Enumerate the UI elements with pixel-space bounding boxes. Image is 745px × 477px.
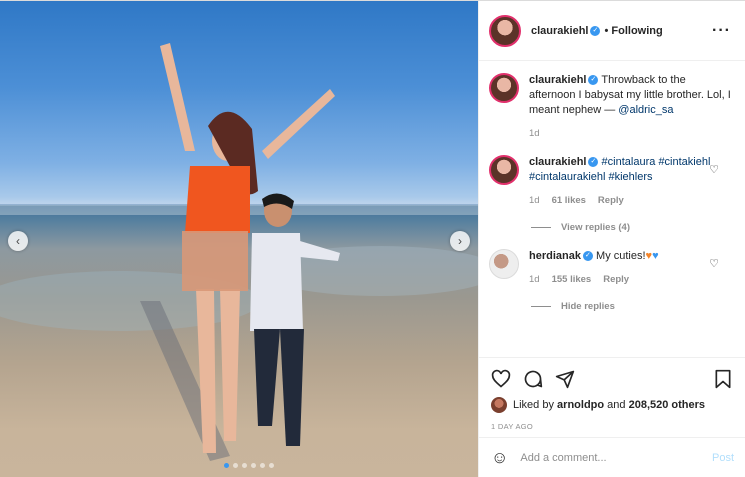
hashtag-link[interactable]: #cintalaurakiehl [529, 171, 605, 183]
carousel-dot [269, 463, 274, 468]
comments-list: claurakiehl ✓ Throwback to the afternoon … [479, 61, 745, 357]
photo-scene [0, 43, 478, 461]
bookmark-icon[interactable] [714, 369, 732, 389]
hashtag-link[interactable]: #cintakiehl [658, 156, 710, 168]
comment-like-heart-icon[interactable]: ♡ [709, 163, 719, 176]
reply-button[interactable]: Reply [598, 193, 624, 208]
chevron-left-icon: ‹ [16, 234, 20, 248]
reply-button[interactable]: Reply [603, 272, 629, 287]
blue-heart-icon: ♥ [652, 250, 659, 262]
comment-item: herdianak ✓ My cuties!♥♥ 1d 155 likes Rep… [489, 249, 731, 287]
liked-by-prefix: Liked by [513, 399, 554, 411]
action-icons-row [491, 368, 732, 390]
comment-body: herdianak ✓ My cuties!♥♥ 1d 155 likes Rep… [529, 249, 731, 287]
comment-meta: 1d 61 likes Reply [529, 193, 731, 208]
view-replies-label: View replies (4) [561, 222, 630, 233]
carousel-dot [251, 463, 256, 468]
caption-time[interactable]: 1d [529, 126, 540, 141]
carousel-dot [260, 463, 265, 468]
comment-time[interactable]: 1d [529, 272, 540, 287]
comment-like-heart-icon[interactable]: ♡ [709, 257, 719, 270]
mention-link[interactable]: @aldric_sa [618, 104, 673, 116]
comment-username[interactable]: herdianak [529, 250, 581, 262]
verified-icon: ✓ [588, 157, 599, 168]
carousel-prev-button[interactable]: ‹ [8, 231, 28, 251]
hide-replies-label: Hide replies [561, 301, 615, 312]
chevron-right-icon: › [458, 234, 462, 248]
following-label: Following [611, 24, 663, 37]
likes-others-link[interactable]: 208,520 others [629, 399, 705, 411]
post-actions: Liked by arnoldpo and 208,520 others 1 D… [479, 357, 745, 431]
instagram-post: ‹ › claurakiehl ✓ • Following ··· claura… [0, 0, 745, 477]
replies-divider [531, 227, 551, 228]
likes-summary: Liked by arnoldpo and 208,520 others [491, 397, 732, 413]
author-avatar[interactable] [489, 14, 521, 47]
comment-icon[interactable] [523, 369, 543, 389]
carousel-dot [242, 463, 247, 468]
comment-avatar[interactable] [489, 155, 519, 185]
post-side-panel: claurakiehl ✓ • Following ··· claurakieh… [478, 1, 745, 477]
caption-body: claurakiehl ✓ Throwback to the afternoon … [529, 73, 731, 141]
following-button[interactable]: • Following [604, 25, 662, 37]
liker-username[interactable]: arnoldpo [557, 399, 604, 411]
comment-meta: 1d 155 likes Reply [529, 272, 731, 287]
like-heart-icon[interactable] [491, 369, 511, 389]
comment-time[interactable]: 1d [529, 193, 540, 208]
caption-avatar[interactable] [489, 73, 519, 103]
carousel-dot [224, 463, 229, 468]
comment-avatar[interactable] [489, 249, 519, 279]
more-options-icon[interactable]: ··· [712, 22, 731, 40]
carousel-dot [233, 463, 238, 468]
replies-divider [531, 306, 551, 307]
hashtag-link[interactable]: #cintalaura [602, 156, 656, 168]
carousel-next-button[interactable]: › [450, 231, 470, 251]
caption-meta: 1d [529, 126, 731, 141]
comment-text: My cuties! [596, 250, 646, 262]
post-comment-button[interactable]: Post [712, 452, 734, 464]
verified-icon: ✓ [588, 75, 599, 86]
caption: claurakiehl ✓ Throwback to the afternoon … [489, 73, 731, 141]
share-icon[interactable] [555, 369, 575, 389]
post-header: claurakiehl ✓ • Following ··· [479, 1, 745, 61]
carousel-indicator [224, 463, 274, 468]
caption-username[interactable]: claurakiehl [529, 74, 586, 86]
comment-likes[interactable]: 155 likes [552, 272, 592, 287]
liker-avatar[interactable] [491, 397, 507, 413]
post-timestamp[interactable]: 1 DAY AGO [491, 422, 732, 431]
add-comment-bar: ☺ Post [479, 437, 745, 477]
comment-item: claurakiehl ✓ #cintalaura #cintakiehl #ci… [489, 155, 731, 208]
post-photo[interactable]: ‹ › [0, 1, 478, 477]
hide-replies-button[interactable]: Hide replies [531, 301, 731, 312]
verified-icon: ✓ [590, 25, 601, 36]
likes-and: and [607, 399, 626, 411]
comment-input[interactable] [520, 452, 712, 464]
emoji-picker-icon[interactable]: ☺ [491, 448, 508, 468]
comment-likes[interactable]: 61 likes [552, 193, 586, 208]
author-username[interactable]: claurakiehl [531, 25, 588, 37]
hashtag-link[interactable]: #kiehlers [609, 171, 653, 183]
comment-body: claurakiehl ✓ #cintalaura #cintakiehl #ci… [529, 155, 731, 208]
verified-icon: ✓ [582, 251, 593, 262]
view-replies-button[interactable]: View replies (4) [531, 222, 731, 233]
comment-username[interactable]: claurakiehl [529, 156, 586, 168]
